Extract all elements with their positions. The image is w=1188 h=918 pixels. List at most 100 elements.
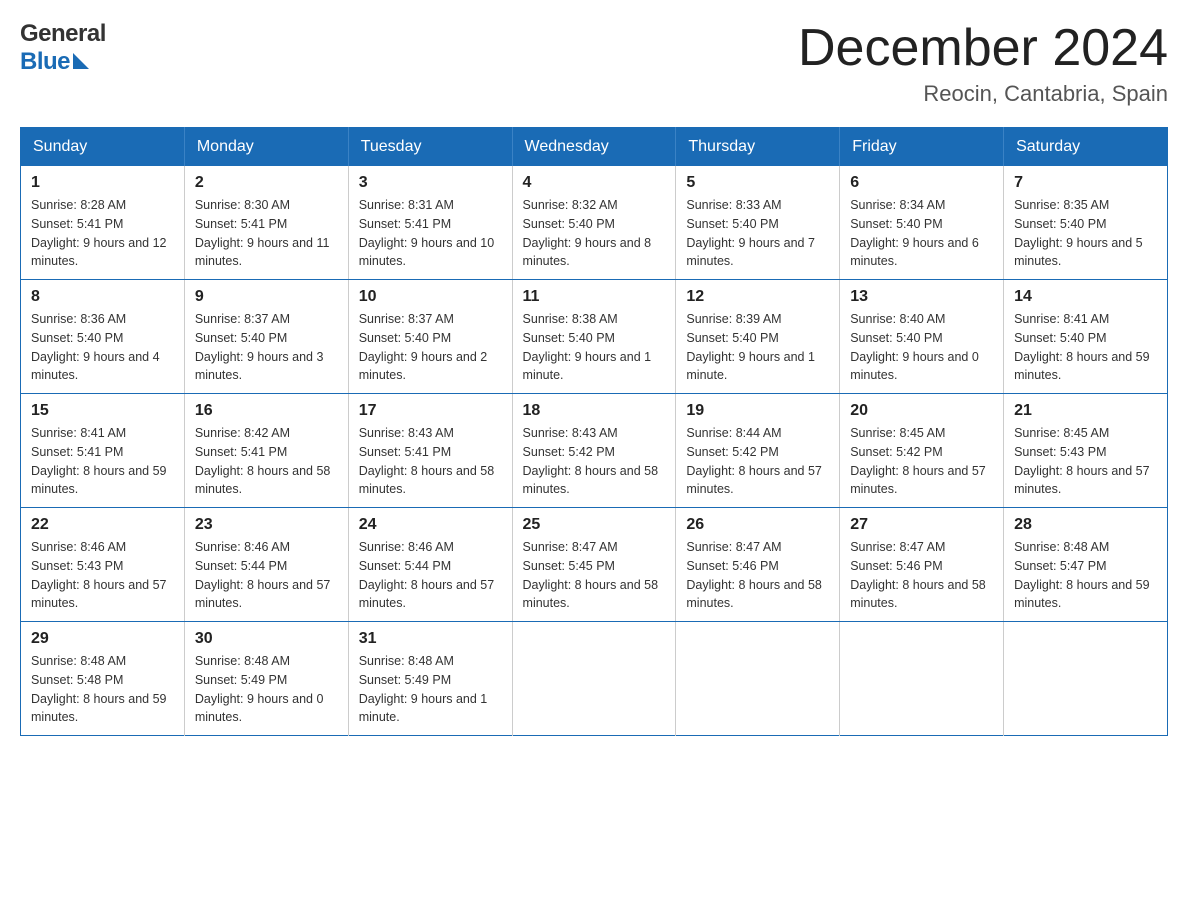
calendar-day-cell: 3 Sunrise: 8:31 AMSunset: 5:41 PMDaylight… — [348, 166, 512, 280]
day-info: Sunrise: 8:31 AMSunset: 5:41 PMDaylight:… — [359, 196, 502, 271]
day-number: 16 — [195, 402, 338, 420]
calendar-day-header: Saturday — [1004, 128, 1168, 167]
day-number: 23 — [195, 516, 338, 534]
day-info: Sunrise: 8:47 AMSunset: 5:46 PMDaylight:… — [850, 538, 993, 613]
day-number: 7 — [1014, 174, 1157, 192]
day-number: 18 — [523, 402, 666, 420]
day-number: 9 — [195, 288, 338, 306]
day-number: 25 — [523, 516, 666, 534]
month-year-title: December 2024 — [798, 20, 1168, 77]
day-info: Sunrise: 8:46 AMSunset: 5:43 PMDaylight:… — [31, 538, 174, 613]
calendar-day-cell: 13 Sunrise: 8:40 AMSunset: 5:40 PMDayligh… — [840, 280, 1004, 394]
calendar-day-cell: 18 Sunrise: 8:43 AMSunset: 5:42 PMDayligh… — [512, 394, 676, 508]
day-info: Sunrise: 8:38 AMSunset: 5:40 PMDaylight:… — [523, 310, 666, 385]
day-number: 31 — [359, 630, 502, 648]
calendar-day-cell: 12Sunrise: 8:39 AMSunset: 5:40 PMDayligh… — [676, 280, 840, 394]
calendar-day-cell: 25Sunrise: 8:47 AMSunset: 5:45 PMDayligh… — [512, 508, 676, 622]
day-info: Sunrise: 8:46 AMSunset: 5:44 PMDaylight:… — [359, 538, 502, 613]
day-number: 3 — [359, 174, 502, 192]
calendar-day-cell: 30 Sunrise: 8:48 AMSunset: 5:49 PMDayligh… — [184, 622, 348, 736]
day-number: 13 — [850, 288, 993, 306]
calendar-day-header: Wednesday — [512, 128, 676, 167]
day-info: Sunrise: 8:43 AMSunset: 5:41 PMDaylight:… — [359, 424, 502, 499]
calendar-day-cell: 1 Sunrise: 8:28 AMSunset: 5:41 PMDaylight… — [21, 166, 185, 280]
day-info: Sunrise: 8:28 AMSunset: 5:41 PMDaylight:… — [31, 196, 174, 271]
calendar-header-row: SundayMondayTuesdayWednesdayThursdayFrid… — [21, 128, 1168, 167]
calendar-day-header: Monday — [184, 128, 348, 167]
day-number: 5 — [686, 174, 829, 192]
calendar-day-header: Friday — [840, 128, 1004, 167]
logo-general-text: General — [20, 20, 106, 48]
day-info: Sunrise: 8:40 AMSunset: 5:40 PMDaylight:… — [850, 310, 993, 385]
day-info: Sunrise: 8:41 AMSunset: 5:40 PMDaylight:… — [1014, 310, 1157, 385]
day-info: Sunrise: 8:45 AMSunset: 5:42 PMDaylight:… — [850, 424, 993, 499]
calendar-day-cell: 2 Sunrise: 8:30 AMSunset: 5:41 PMDaylight… — [184, 166, 348, 280]
day-info: Sunrise: 8:48 AMSunset: 5:48 PMDaylight:… — [31, 652, 174, 727]
calendar-day-cell: 23 Sunrise: 8:46 AMSunset: 5:44 PMDayligh… — [184, 508, 348, 622]
day-number: 29 — [31, 630, 174, 648]
logo-blue-text: Blue — [20, 48, 70, 76]
day-info: Sunrise: 8:34 AMSunset: 5:40 PMDaylight:… — [850, 196, 993, 271]
day-number: 30 — [195, 630, 338, 648]
logo: General Blue — [20, 20, 106, 76]
calendar-day-cell: 17 Sunrise: 8:43 AMSunset: 5:41 PMDayligh… — [348, 394, 512, 508]
day-number: 17 — [359, 402, 502, 420]
day-number: 1 — [31, 174, 174, 192]
day-info: Sunrise: 8:46 AMSunset: 5:44 PMDaylight:… — [195, 538, 338, 613]
calendar-day-cell: 16Sunrise: 8:42 AMSunset: 5:41 PMDayligh… — [184, 394, 348, 508]
calendar-table: SundayMondayTuesdayWednesdayThursdayFrid… — [20, 127, 1168, 736]
day-info: Sunrise: 8:43 AMSunset: 5:42 PMDaylight:… — [523, 424, 666, 499]
day-number: 19 — [686, 402, 829, 420]
calendar-day-cell: 27 Sunrise: 8:47 AMSunset: 5:46 PMDayligh… — [840, 508, 1004, 622]
day-info: Sunrise: 8:35 AMSunset: 5:40 PMDaylight:… — [1014, 196, 1157, 271]
day-info: Sunrise: 8:37 AMSunset: 5:40 PMDaylight:… — [195, 310, 338, 385]
calendar-day-cell: 6 Sunrise: 8:34 AMSunset: 5:40 PMDaylight… — [840, 166, 1004, 280]
day-number: 6 — [850, 174, 993, 192]
day-number: 20 — [850, 402, 993, 420]
day-info: Sunrise: 8:30 AMSunset: 5:41 PMDaylight:… — [195, 196, 338, 271]
day-info: Sunrise: 8:33 AMSunset: 5:40 PMDaylight:… — [686, 196, 829, 271]
calendar-day-cell: 11 Sunrise: 8:38 AMSunset: 5:40 PMDayligh… — [512, 280, 676, 394]
day-number: 22 — [31, 516, 174, 534]
day-number: 4 — [523, 174, 666, 192]
day-number: 15 — [31, 402, 174, 420]
day-number: 26 — [686, 516, 829, 534]
location-subtitle: Reocin, Cantabria, Spain — [798, 81, 1168, 107]
day-info: Sunrise: 8:32 AMSunset: 5:40 PMDaylight:… — [523, 196, 666, 271]
day-info: Sunrise: 8:48 AMSunset: 5:49 PMDaylight:… — [359, 652, 502, 727]
day-info: Sunrise: 8:39 AMSunset: 5:40 PMDaylight:… — [686, 310, 829, 385]
calendar-day-cell: 21 Sunrise: 8:45 AMSunset: 5:43 PMDayligh… — [1004, 394, 1168, 508]
day-number: 27 — [850, 516, 993, 534]
page-header: General Blue December 2024 Reocin, Canta… — [20, 20, 1168, 107]
calendar-week-row: 29 Sunrise: 8:48 AMSunset: 5:48 PMDayligh… — [21, 622, 1168, 736]
calendar-day-cell — [840, 622, 1004, 736]
calendar-day-cell: 28Sunrise: 8:48 AMSunset: 5:47 PMDayligh… — [1004, 508, 1168, 622]
calendar-day-cell: 20 Sunrise: 8:45 AMSunset: 5:42 PMDayligh… — [840, 394, 1004, 508]
calendar-day-cell: 31 Sunrise: 8:48 AMSunset: 5:49 PMDayligh… — [348, 622, 512, 736]
title-block: December 2024 Reocin, Cantabria, Spain — [798, 20, 1168, 107]
day-info: Sunrise: 8:37 AMSunset: 5:40 PMDaylight:… — [359, 310, 502, 385]
calendar-day-cell: 10Sunrise: 8:37 AMSunset: 5:40 PMDayligh… — [348, 280, 512, 394]
calendar-day-cell: 22 Sunrise: 8:46 AMSunset: 5:43 PMDayligh… — [21, 508, 185, 622]
calendar-day-cell: 29 Sunrise: 8:48 AMSunset: 5:48 PMDayligh… — [21, 622, 185, 736]
day-info: Sunrise: 8:41 AMSunset: 5:41 PMDaylight:… — [31, 424, 174, 499]
calendar-day-header: Thursday — [676, 128, 840, 167]
day-info: Sunrise: 8:45 AMSunset: 5:43 PMDaylight:… — [1014, 424, 1157, 499]
calendar-day-header: Tuesday — [348, 128, 512, 167]
calendar-day-cell — [512, 622, 676, 736]
day-number: 8 — [31, 288, 174, 306]
day-info: Sunrise: 8:48 AMSunset: 5:47 PMDaylight:… — [1014, 538, 1157, 613]
calendar-day-cell: 4 Sunrise: 8:32 AMSunset: 5:40 PMDaylight… — [512, 166, 676, 280]
calendar-week-row: 8 Sunrise: 8:36 AMSunset: 5:40 PMDaylight… — [21, 280, 1168, 394]
calendar-day-header: Sunday — [21, 128, 185, 167]
calendar-day-cell: 26Sunrise: 8:47 AMSunset: 5:46 PMDayligh… — [676, 508, 840, 622]
day-number: 2 — [195, 174, 338, 192]
calendar-week-row: 22 Sunrise: 8:46 AMSunset: 5:43 PMDayligh… — [21, 508, 1168, 622]
day-number: 24 — [359, 516, 502, 534]
day-info: Sunrise: 8:48 AMSunset: 5:49 PMDaylight:… — [195, 652, 338, 727]
day-info: Sunrise: 8:36 AMSunset: 5:40 PMDaylight:… — [31, 310, 174, 385]
day-number: 21 — [1014, 402, 1157, 420]
calendar-day-cell: 14Sunrise: 8:41 AMSunset: 5:40 PMDayligh… — [1004, 280, 1168, 394]
calendar-week-row: 15 Sunrise: 8:41 AMSunset: 5:41 PMDayligh… — [21, 394, 1168, 508]
day-number: 11 — [523, 288, 666, 306]
